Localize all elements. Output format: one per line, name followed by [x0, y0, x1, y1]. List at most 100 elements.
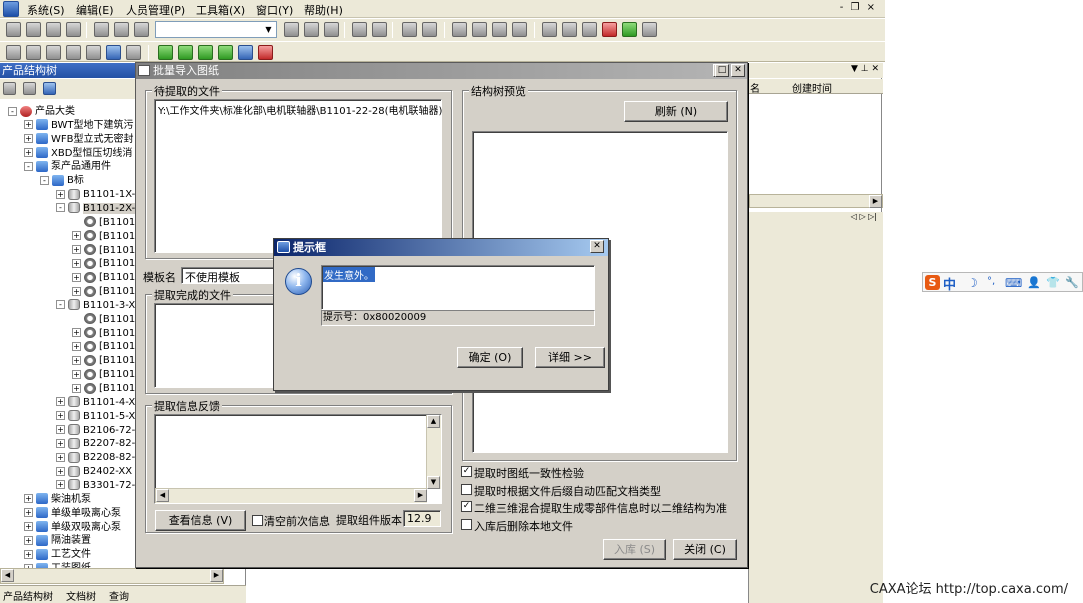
ok-button[interactable]: 确定 (O): [457, 347, 523, 368]
tree-node[interactable]: + 工艺文件: [24, 548, 91, 561]
scroll-left-icon[interactable]: ◀: [156, 489, 169, 502]
toolbar-icon-15[interactable]: [542, 22, 557, 37]
collapse-icon[interactable]: -: [56, 300, 65, 310]
collapse-icon[interactable]: -: [40, 175, 49, 185]
tree-node[interactable]: + [B1101: [72, 285, 135, 298]
toolbar2-icon-1[interactable]: [6, 45, 21, 60]
details-button[interactable]: 详细 >>: [535, 347, 605, 368]
toolbar2-icon-7[interactable]: [126, 45, 141, 60]
tab-query[interactable]: 查询: [109, 588, 129, 603]
tree-node[interactable]: + [B1101: [72, 244, 135, 257]
expand-icon[interactable]: +: [24, 494, 33, 504]
collapse-icon[interactable]: -: [24, 161, 33, 171]
arrow-down-icon[interactable]: [198, 45, 213, 60]
tree-node[interactable]: - B1101-3-X: [56, 299, 135, 312]
tree-node[interactable]: + BWT型地下建筑污: [24, 119, 134, 132]
toolbar-icon-5[interactable]: [284, 22, 299, 37]
template-select[interactable]: 不使用模板: [181, 267, 281, 284]
horizontal-scrollbar[interactable]: ◀ ▶: [155, 488, 427, 503]
list-item[interactable]: Y:\工作文件夹\标准化部\电机联轴器\B1101-22-28(电机联轴器): [158, 102, 442, 117]
refresh-button[interactable]: 刷新 (N): [624, 101, 728, 122]
scroll-left-icon[interactable]: ◀: [1, 569, 14, 582]
expand-icon[interactable]: +: [24, 134, 33, 144]
cut-icon[interactable]: [94, 22, 109, 37]
toolbar-icon-9[interactable]: [402, 22, 417, 37]
menu-edit[interactable]: 编辑(E): [76, 2, 114, 18]
arrow-bottom-icon[interactable]: [218, 45, 233, 60]
expand-icon[interactable]: +: [72, 328, 81, 338]
maximize-button[interactable]: □: [715, 64, 729, 77]
alert-message-box[interactable]: 发生意外。: [321, 265, 595, 310]
chevron-down-icon[interactable]: ▼: [262, 23, 275, 36]
punctuation-icon[interactable]: °,: [987, 276, 995, 287]
tab-document-tree[interactable]: 文档树: [66, 588, 96, 603]
close-icon[interactable]: ✕: [731, 64, 745, 77]
toolbar-combo[interactable]: ▼: [155, 21, 277, 38]
tree-node[interactable]: + B1101-4-X: [56, 396, 135, 409]
expand-icon[interactable]: +: [24, 549, 33, 559]
expand-icon[interactable]: +: [24, 148, 33, 158]
moon-icon[interactable]: ☽: [967, 276, 978, 290]
expand-icon[interactable]: +: [72, 383, 81, 393]
expand-icon[interactable]: +: [72, 355, 81, 365]
tree-node[interactable]: + [B1101: [72, 340, 135, 353]
expand-icon[interactable]: +: [56, 425, 65, 435]
sort-az-icon[interactable]: [43, 82, 56, 95]
toolbar-icon-2[interactable]: [26, 22, 41, 37]
delete-icon[interactable]: [602, 22, 617, 37]
tree-node[interactable]: + [B1101: [72, 354, 135, 367]
keyboard-icon[interactable]: ⌨: [1005, 276, 1022, 290]
tree-node[interactable]: [B1101: [72, 216, 135, 229]
toolbar2-icon-2[interactable]: [26, 45, 41, 60]
column-created-time[interactable]: 创建时间: [792, 80, 832, 95]
toolbar-icon-16[interactable]: [562, 22, 577, 37]
toolbar-icon-8[interactable]: [372, 22, 387, 37]
collapse-icon[interactable]: -: [8, 106, 17, 116]
expand-icon[interactable]: +: [72, 231, 81, 241]
skin-icon[interactable]: 👕: [1046, 276, 1060, 289]
tree-node[interactable]: + [B1101: [72, 271, 135, 284]
tree-node[interactable]: + [B1101: [72, 382, 135, 395]
toolbar-icon-14[interactable]: [512, 22, 527, 37]
wrench-icon[interactable]: 🔧: [1065, 276, 1079, 289]
expand-icon[interactable]: +: [56, 452, 65, 462]
tree-node[interactable]: + XBD型恒压切线消: [24, 147, 132, 160]
expand-icon[interactable]: +: [56, 411, 65, 421]
option-checkbox-1[interactable]: ✓: [461, 466, 472, 477]
list-horizontal-scrollbar[interactable]: ▶: [749, 194, 883, 208]
tree-node[interactable]: + B3301-72-: [56, 479, 135, 492]
expand-icon[interactable]: +: [56, 189, 65, 199]
panel-controls-icon[interactable]: ▼ ⊥ ✕: [851, 64, 879, 74]
option-checkbox-3[interactable]: ✓: [461, 501, 472, 512]
view-info-button[interactable]: 查看信息 (V): [155, 510, 246, 531]
toolbar2-icon-3[interactable]: [46, 45, 61, 60]
expand-icon[interactable]: +: [56, 466, 65, 476]
tree-node[interactable]: [B1101: [72, 313, 135, 326]
toolbar-icon-11[interactable]: [452, 22, 467, 37]
scroll-down-icon[interactable]: ▼: [427, 476, 440, 489]
settings-icon[interactable]: [642, 22, 657, 37]
tree-node[interactable]: + B2208-82-: [56, 451, 135, 464]
toolbar-icon-4[interactable]: [66, 22, 81, 37]
search-icon[interactable]: [324, 22, 339, 37]
menu-personnel[interactable]: 人员管理(P): [126, 2, 185, 18]
sogou-logo-icon[interactable]: S: [925, 275, 940, 290]
expand-icon[interactable]: +: [72, 245, 81, 254]
tree-node[interactable]: + [B1101: [72, 368, 135, 381]
page-navigator[interactable]: ◁ ▷ ▷|: [749, 212, 883, 226]
tree-expand-icon[interactable]: [23, 82, 36, 95]
tree-node[interactable]: + 隔油装置: [24, 534, 91, 547]
tab-product-tree[interactable]: 产品结构树: [3, 588, 53, 603]
column-name[interactable]: 名: [750, 80, 760, 95]
toolbar-icon-13[interactable]: [492, 22, 507, 37]
check-list-icon[interactable]: [238, 45, 253, 60]
copy-icon[interactable]: [114, 22, 129, 37]
expand-icon[interactable]: +: [72, 286, 81, 296]
tree-node[interactable]: + B2106-72-: [56, 424, 135, 437]
tree-node[interactable]: + 单级单吸离心泵: [24, 507, 121, 520]
expand-icon[interactable]: +: [72, 369, 81, 379]
tree-node[interactable]: + B2402-XX: [56, 465, 132, 478]
ime-mode-button[interactable]: 中: [943, 274, 956, 293]
toolbar-icon-10[interactable]: [422, 22, 437, 37]
tree-node[interactable]: + [B1101: [72, 327, 135, 340]
